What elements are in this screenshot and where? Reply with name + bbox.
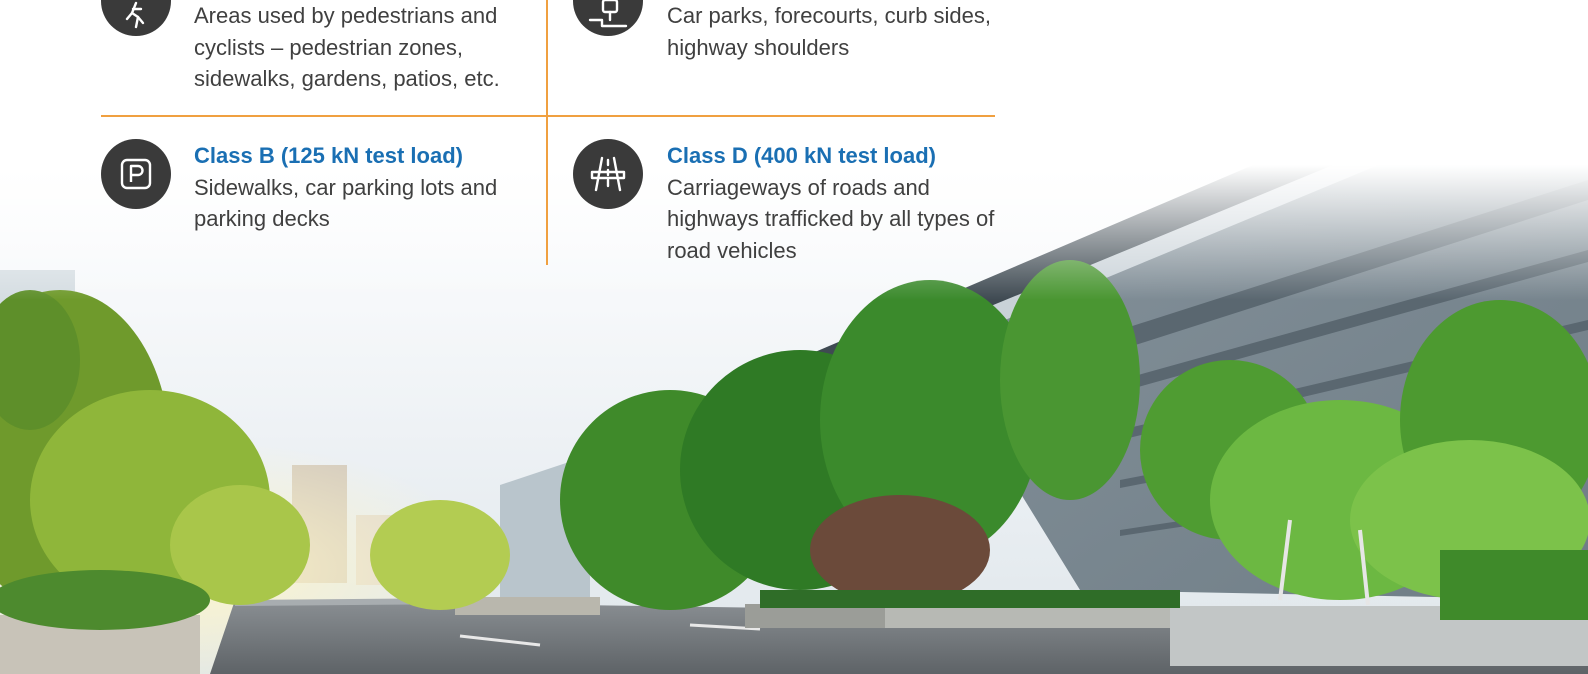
class-d-description: Carriageways of roads and highways traff… xyxy=(667,174,995,263)
street-building-photo xyxy=(0,0,1588,674)
class-b-description: Sidewalks, car parking lots and parking … xyxy=(194,174,498,232)
horizontal-divider xyxy=(101,115,995,117)
class-c-description: Car parks, forecourts, curb sides, highw… xyxy=(667,3,992,60)
vertical-divider xyxy=(546,0,548,265)
class-b-title: Class B (125 kN test load) xyxy=(194,143,463,168)
class-a-description: Areas used by pedestrians and cyclists –… xyxy=(194,3,500,91)
highway-icon xyxy=(573,139,643,209)
parking-icon xyxy=(101,139,171,209)
class-d-title: Class D (400 kN test load) xyxy=(667,143,936,168)
